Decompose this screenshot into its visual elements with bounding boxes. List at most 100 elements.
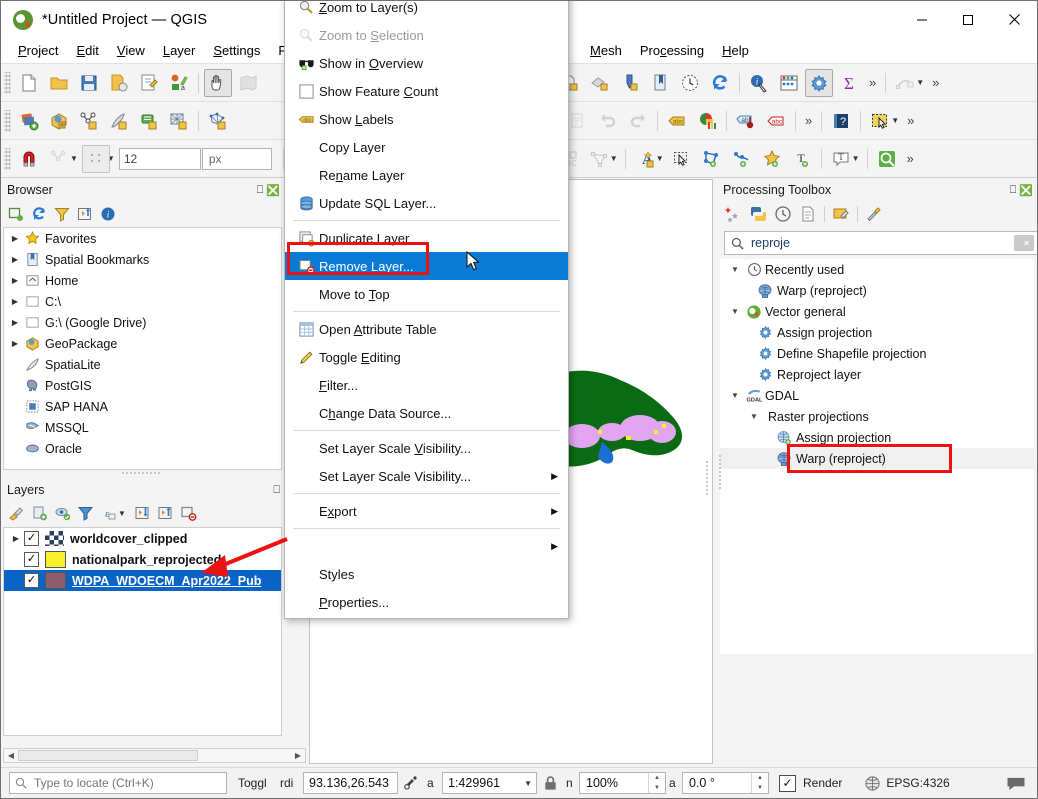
panel-splitter-handle[interactable] — [121, 471, 161, 475]
menu-project[interactable]: Project — [9, 40, 67, 61]
processing-tree[interactable]: ▼ Recently used Warp (reproject) ▼ Vecto… — [720, 259, 1034, 654]
history-icon[interactable] — [774, 205, 792, 223]
context-menu-item-copy-layer[interactable]: Copy Layer — [285, 133, 568, 161]
expand-arrow-icon[interactable]: ▶ — [8, 234, 22, 243]
add-geopackage-layer-icon[interactable]: ✳ — [45, 107, 73, 135]
context-menu-item-zoom-to-selection[interactable]: Zoom to Selection — [285, 21, 568, 49]
layer-visibility-checkbox[interactable]: ✓ — [24, 531, 39, 546]
toolbar-grip[interactable] — [4, 110, 11, 132]
python-console-icon[interactable] — [749, 205, 767, 223]
filter-legend-expression-icon[interactable]: ε — [99, 505, 117, 523]
browser-item-sap-hana[interactable]: SAP HANA — [4, 396, 281, 417]
close-button[interactable] — [991, 1, 1037, 38]
pan-to-selection-icon[interactable] — [234, 69, 262, 97]
snapping-icon[interactable] — [15, 145, 43, 173]
select-features-icon[interactable] — [866, 107, 894, 135]
manage-map-themes-icon[interactable] — [53, 505, 71, 523]
locator-search-box[interactable] — [9, 772, 227, 794]
add-text-annotation-icon[interactable]: T — [788, 145, 816, 173]
add-spatial-bookmark-icon[interactable] — [646, 69, 674, 97]
snap-unit-field[interactable]: px — [202, 148, 272, 170]
collapse-arrow-icon[interactable]: ▼ — [727, 307, 743, 316]
results-viewer-icon[interactable] — [799, 205, 817, 223]
layer-row-wdpa[interactable]: ✓ WDPA_WDOECM_Apr2022_Pub — [4, 570, 281, 591]
processing-algorithm-assign-projection-raster[interactable]: Assign projection — [720, 427, 1034, 448]
layer-visibility-checkbox[interactable]: ✓ — [24, 552, 39, 567]
identify-features-icon[interactable]: i — [745, 69, 773, 97]
layer-visibility-checkbox[interactable]: ✓ — [24, 573, 39, 588]
globe-icon[interactable] — [861, 775, 883, 792]
add-vector-layer-icon[interactable] — [75, 107, 103, 135]
add-polygon-feature-icon[interactable] — [698, 145, 726, 173]
refresh-icon[interactable] — [30, 205, 48, 223]
add-point-feature-icon[interactable] — [758, 145, 786, 173]
zoom-full-icon[interactable] — [873, 145, 901, 173]
chevron-down-icon[interactable]: ▼ — [118, 509, 126, 518]
message-bubble-icon[interactable] — [999, 775, 1033, 792]
coordinate-capture-icon[interactable] — [398, 774, 424, 792]
processing-algorithm-warp-recent[interactable]: Warp (reproject) — [720, 280, 1034, 301]
new-virtual-layer-icon[interactable] — [586, 69, 614, 97]
help-icon[interactable]: ? — [827, 107, 855, 135]
processing-group-vector-general[interactable]: ▼ Vector general — [720, 301, 1034, 322]
close-icon[interactable]: ❎ — [266, 184, 280, 197]
scroll-right-arrow-icon[interactable]: ▶ — [291, 751, 305, 760]
vertex-tool-icon[interactable] — [585, 145, 613, 173]
diagram-icon[interactable] — [693, 107, 721, 135]
browser-item-geopackage[interactable]: ▶ GeoPackage — [4, 333, 281, 354]
rotation-spin[interactable]: 0.0 ° ▲▼ — [682, 772, 769, 794]
collapse-arrow-icon[interactable]: ▼ — [746, 412, 762, 421]
run-model-icon[interactable] — [724, 205, 742, 223]
browser-tree[interactable]: ▶ Favorites ▶ Spatial Bookmarks ▶ Home ▶… — [3, 227, 282, 470]
context-menu-item-filter[interactable]: Filter... — [285, 371, 568, 399]
browser-item-spatialite[interactable]: SpatiaLite — [4, 354, 281, 375]
digitize-shape-icon[interactable] — [891, 69, 919, 97]
float-icon[interactable]: ⎕ — [1010, 184, 1017, 197]
context-menu-item-zoom-to-layers[interactable]: Zoom to Layer(s) — [285, 0, 568, 21]
magnifier-spin[interactable]: 100% ▲▼ — [579, 772, 666, 794]
context-menu-item-remove-layer[interactable]: Remove Layer... — [285, 252, 568, 280]
layer-row-worldcover[interactable]: ▶ ✓ worldcover_clipped — [4, 528, 281, 549]
filter-legend-icon[interactable] — [76, 505, 94, 523]
float-icon[interactable]: ⎕ — [273, 484, 280, 497]
add-raster-layer-icon[interactable] — [165, 107, 193, 135]
open-project-icon[interactable] — [45, 69, 73, 97]
highlight-labels-icon[interactable]: abc — [762, 107, 790, 135]
browser-item-spatial-bookmarks[interactable]: ▶ Spatial Bookmarks — [4, 249, 281, 270]
coordinate-field[interactable]: 93.136,26.543 — [303, 772, 398, 794]
processing-group-gdal[interactable]: ▼ GDAL GDAL — [720, 385, 1034, 406]
expand-arrow-icon[interactable]: ▶ — [8, 534, 24, 543]
refresh-icon[interactable] — [706, 69, 734, 97]
context-menu-item-set-layer-scale-visibility[interactable]: Set Layer Scale Visibility... — [285, 434, 568, 462]
menu-view[interactable]: View — [108, 40, 154, 61]
minimize-button[interactable] — [899, 1, 945, 38]
edit-model-icon[interactable] — [832, 205, 850, 223]
context-menu-item-change-data-source[interactable]: Change Data Source... — [285, 399, 568, 427]
sum-icon[interactable]: Σ — [835, 69, 863, 97]
collapse-all-icon[interactable] — [157, 505, 175, 523]
processing-algorithm-define-shapefile-projection[interactable]: Define Shapefile projection — [720, 343, 1034, 364]
context-menu-item-rename-layer[interactable]: Rename Layer — [285, 161, 568, 189]
statistical-summary-icon[interactable] — [775, 69, 803, 97]
filter-icon[interactable] — [53, 205, 71, 223]
processing-algorithm-reproject-layer[interactable]: Reproject layer — [720, 364, 1034, 385]
rotation-stepper[interactable]: ▲▼ — [751, 773, 768, 793]
remove-layer-icon[interactable] — [180, 505, 198, 523]
scroll-left-arrow-icon[interactable]: ◀ — [4, 751, 18, 760]
context-menu-item-open-attribute-table[interactable]: Open Attribute Table — [285, 315, 568, 343]
layers-tree[interactable]: ▶ ✓ worldcover_clipped ✓ nationalpark_re… — [3, 527, 282, 736]
expand-arrow-icon[interactable]: ▶ — [8, 297, 22, 306]
stepper-down-icon[interactable]: ▼ — [752, 783, 768, 793]
temporal-controller-icon[interactable] — [676, 69, 704, 97]
pan-map-icon[interactable] — [204, 69, 232, 97]
processing-group-recently-used[interactable]: ▼ Recently used — [720, 259, 1034, 280]
layers-horizontal-scrollbar[interactable]: ◀ ▶ — [3, 748, 306, 763]
processing-algorithm-warp-reproject[interactable]: Warp (reproject) — [720, 448, 1034, 469]
scrollbar-thumb[interactable] — [18, 750, 198, 761]
add-layer-icon[interactable] — [15, 107, 43, 135]
add-spatialite-layer-icon[interactable] — [105, 107, 133, 135]
context-menu-item-add-layer-notes[interactable]: Styles — [285, 560, 568, 588]
browser-item-c-drive[interactable]: ▶ C:\ — [4, 291, 281, 312]
add-line-feature-icon[interactable] — [728, 145, 756, 173]
menu-help[interactable]: Help — [713, 40, 758, 61]
